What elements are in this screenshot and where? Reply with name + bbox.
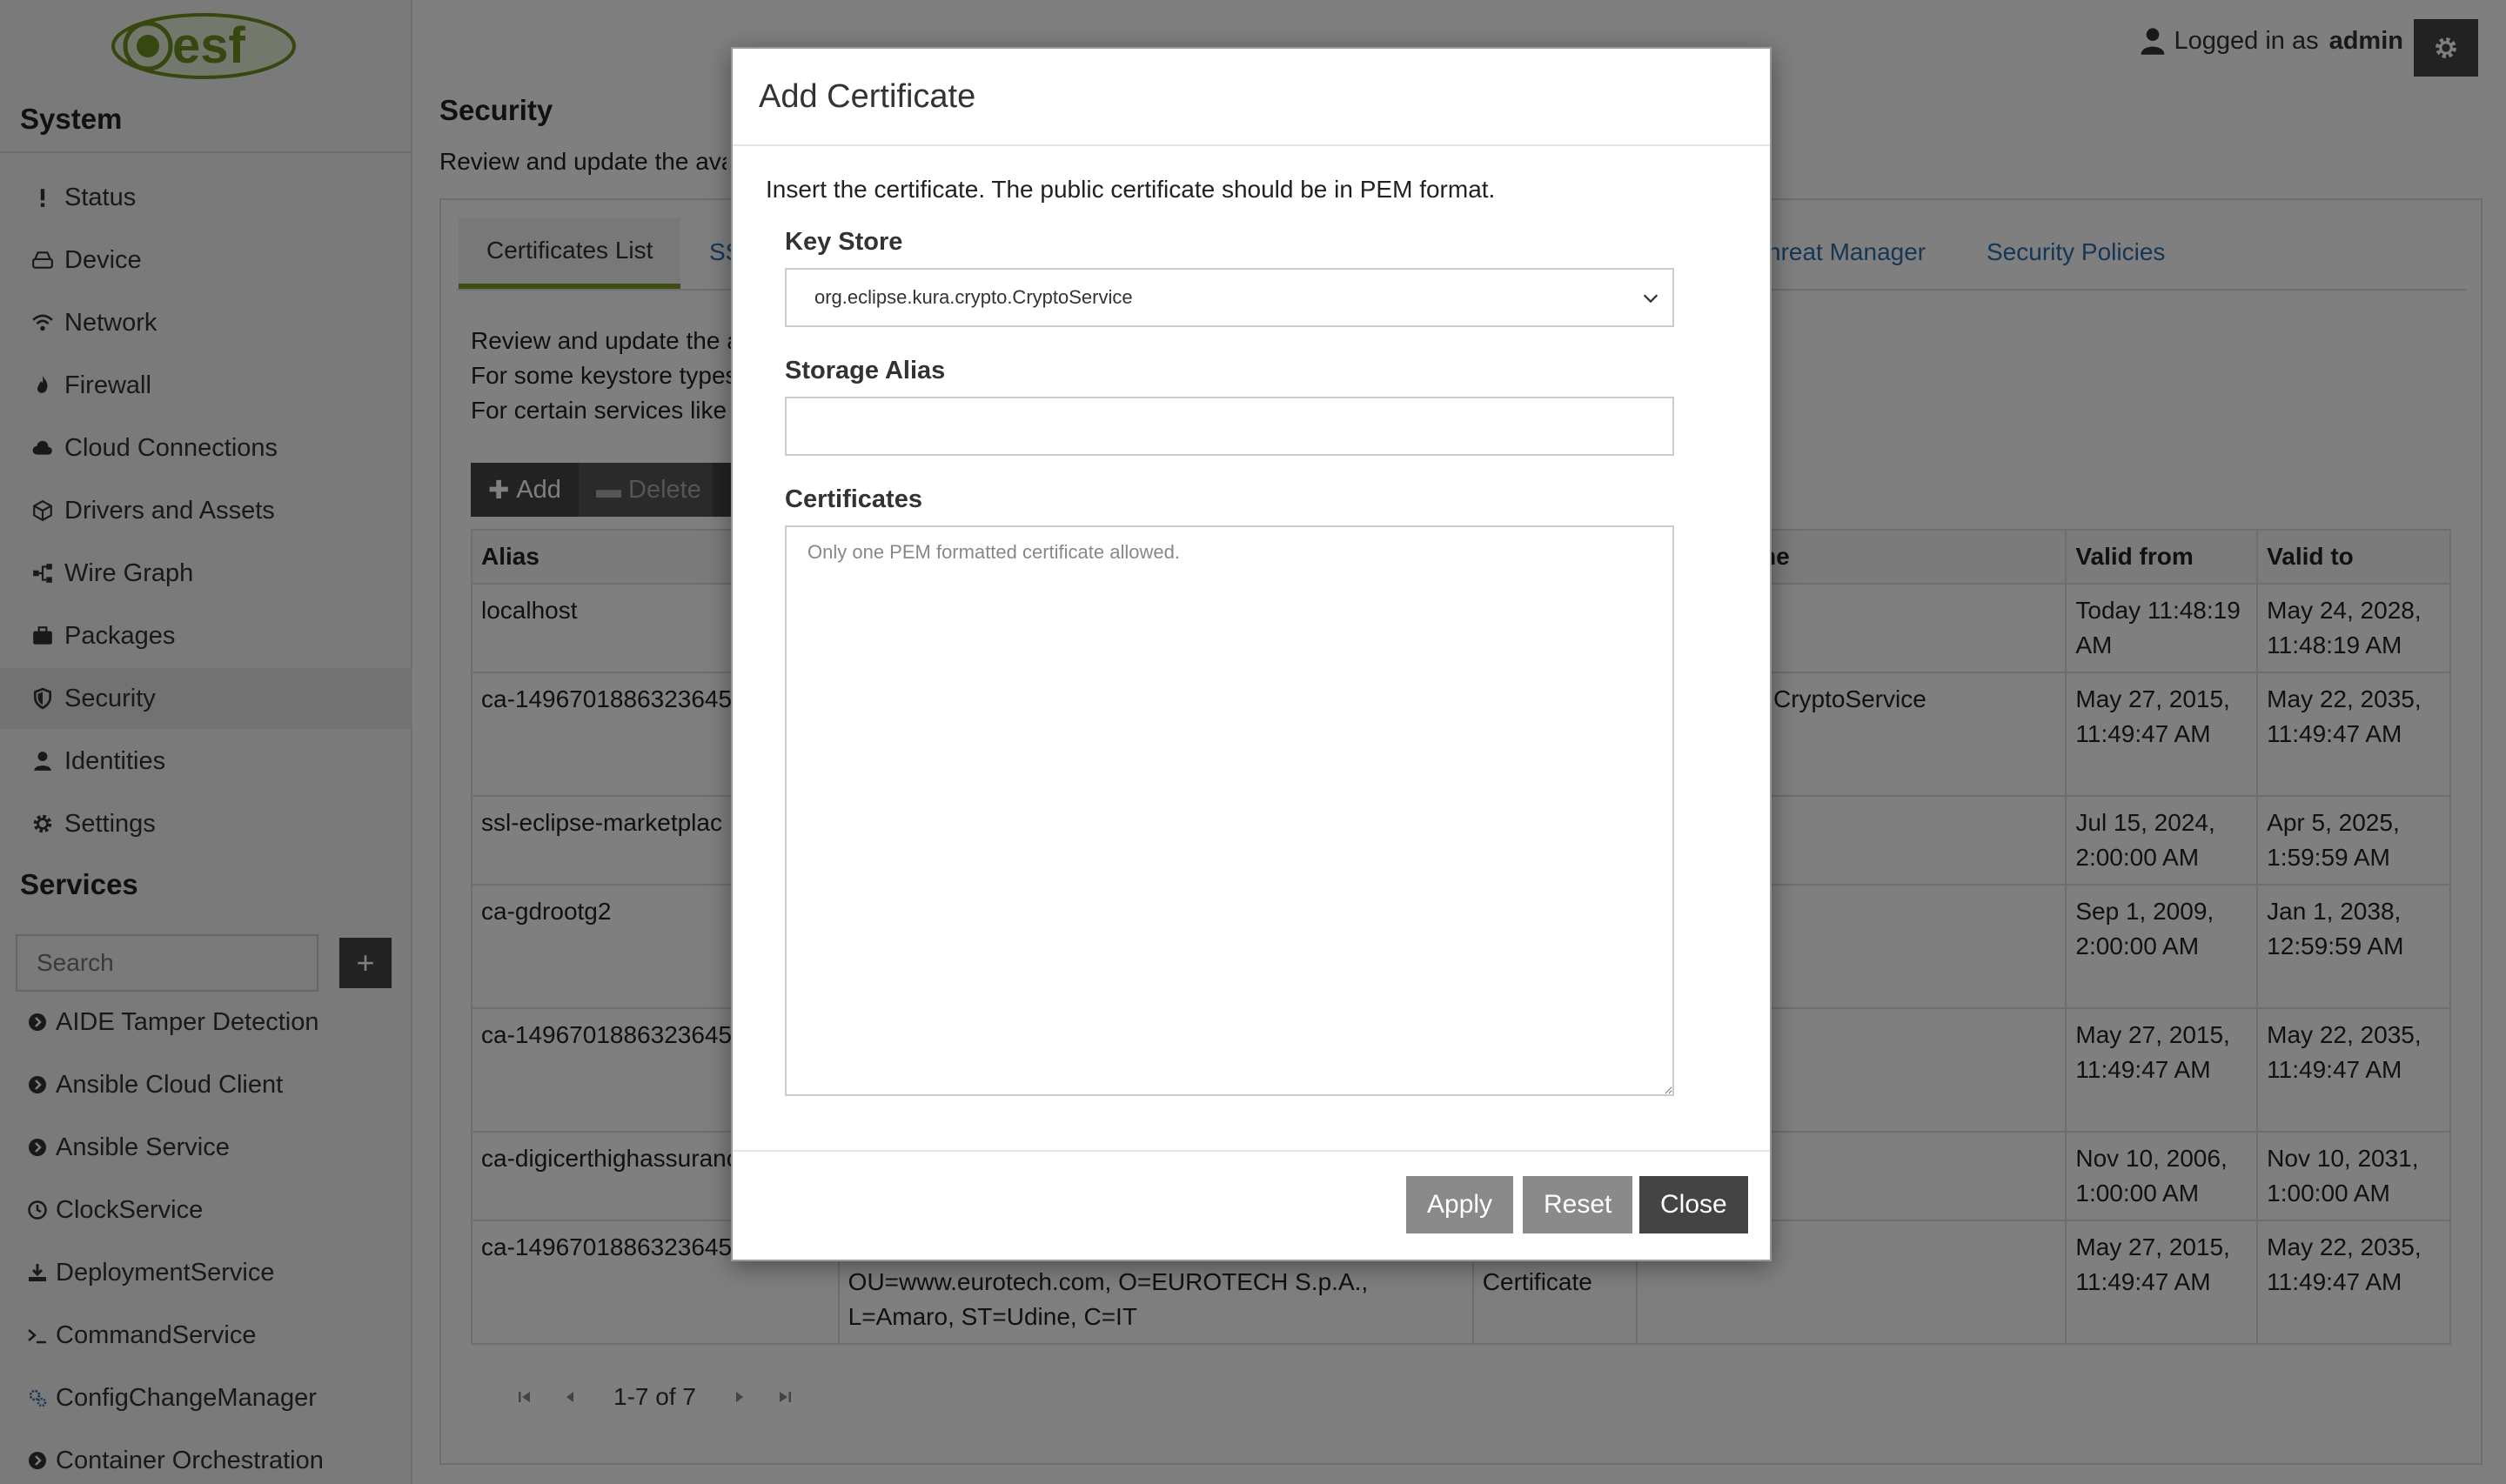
dialog-footer-divider [733,1150,1770,1152]
keystore-label: Key Store [785,228,903,256]
certificates-textarea[interactable] [785,525,1674,1096]
reset-button[interactable]: Reset [1523,1176,1633,1233]
keystore-selected-value: org.eclipse.kura.crypto.CryptoService [814,286,1133,308]
storage-alias-label: Storage Alias [785,357,946,384]
dialog-instructions: Insert the certificate. The public certi… [766,176,1496,203]
keystore-select[interactable]: org.eclipse.kura.crypto.CryptoService [785,268,1674,327]
storage-alias-input[interactable] [785,397,1674,456]
certificates-label: Certificates [785,485,922,513]
chevron-down-icon [1643,294,1658,304]
dialog-header: Add Certificate [733,49,1770,146]
close-button[interactable]: Close [1639,1176,1748,1233]
add-certificate-dialog: Add Certificate Insert the certificate. … [731,47,1772,1261]
apply-button[interactable]: Apply [1406,1176,1514,1233]
dialog-title: Add Certificate [759,78,976,115]
